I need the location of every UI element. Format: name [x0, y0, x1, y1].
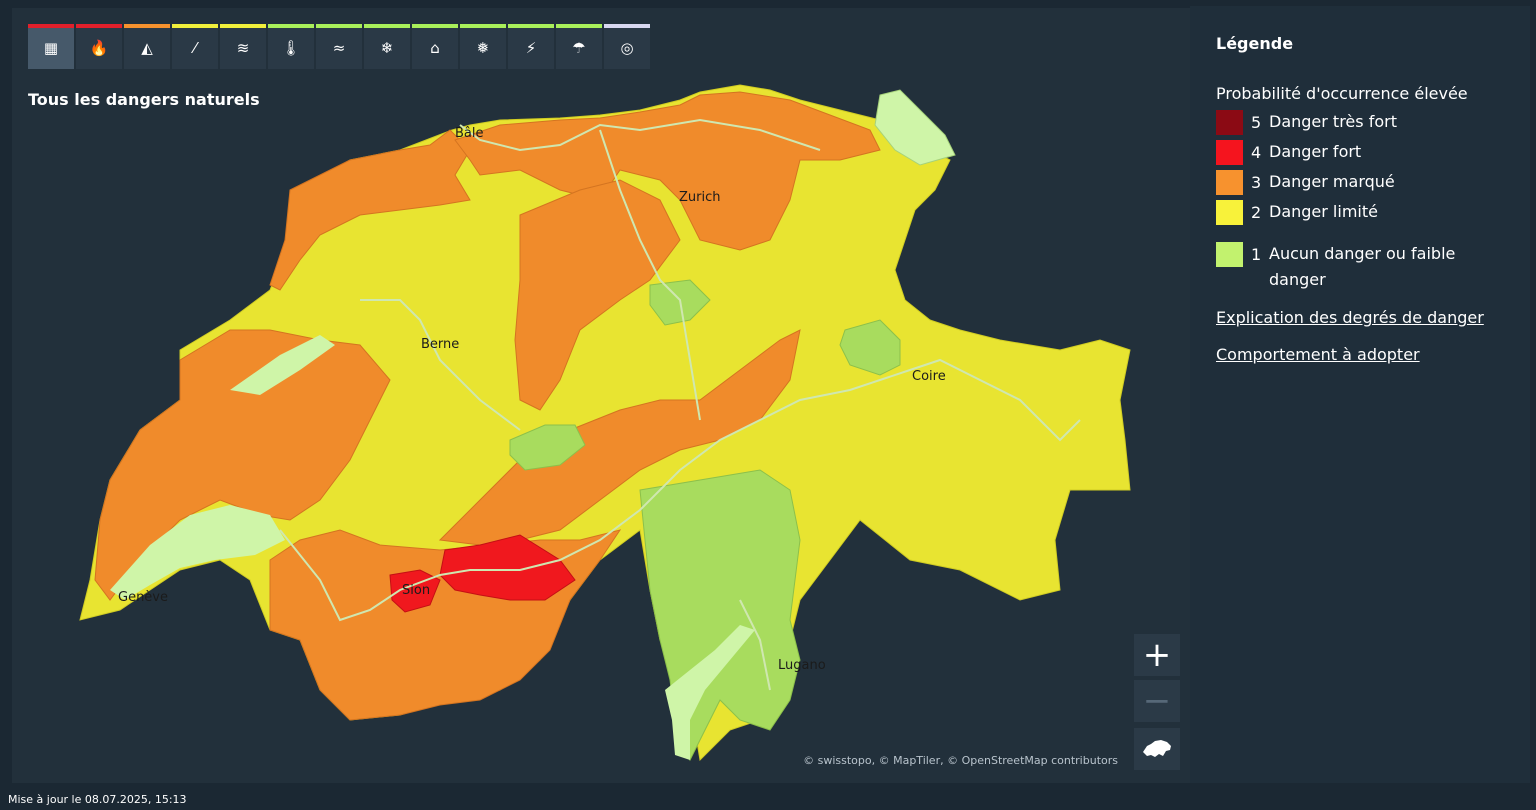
- city-geneve: Genève: [118, 590, 168, 605]
- map-attribution: © swisstopo, © MapTiler, © OpenStreetMap…: [803, 754, 1118, 767]
- hazard-level-strip: [316, 24, 362, 28]
- map-title: Tous les dangers naturels: [28, 90, 260, 109]
- heat-icon: 🌡: [281, 38, 301, 57]
- city-berne: Berne: [421, 337, 459, 352]
- wind-icon: ≈: [332, 38, 346, 57]
- hazard-filter-button[interactable]: ❄: [364, 24, 410, 69]
- legend-level-row: 3 Danger marqué: [1216, 170, 1499, 195]
- hazard-filter-button[interactable]: ▦: [28, 24, 74, 69]
- legend-level-label: Danger limité: [1269, 202, 1378, 221]
- legend-level-row: 2 Danger limité: [1216, 200, 1499, 225]
- last-updated: Mise à jour le 08.07.2025, 15:13: [8, 793, 187, 806]
- hazard-filter-button[interactable]: ≈: [316, 24, 362, 69]
- city-sion: Sion: [402, 583, 430, 598]
- switzerland-reset-icon: [1143, 740, 1171, 757]
- hazard-filter-button[interactable]: ⚡: [508, 24, 554, 69]
- legend-swatch: [1216, 170, 1243, 195]
- hazard-level-strip: [508, 24, 554, 28]
- city-coire: Coire: [912, 369, 946, 384]
- hazard-level-strip: [76, 24, 122, 28]
- behaviour-link[interactable]: Comportement à adopter: [1216, 345, 1420, 364]
- rain-icon: ☂: [572, 38, 586, 57]
- legend-swatch: [1216, 200, 1243, 225]
- legend-level-number: 2: [1251, 203, 1262, 222]
- hazard-level-strip: [460, 24, 506, 28]
- legend-level-label: Danger très fort: [1269, 112, 1397, 131]
- hazard-level-strip: [364, 24, 410, 28]
- legend-swatch: [1216, 242, 1243, 267]
- map-panel[interactable]: Bâle Zurich Berne Coire Genève Sion Luga…: [12, 8, 1190, 783]
- hazard-filter-button[interactable]: ❅: [460, 24, 506, 69]
- hazard-level-strip: [28, 24, 74, 28]
- hazard-filter-button[interactable]: ☂: [556, 24, 602, 69]
- legend-swatch: [1216, 140, 1243, 165]
- hazard-filter-button[interactable]: 🔥: [76, 24, 122, 69]
- zoom-in-button[interactable]: +: [1134, 634, 1180, 676]
- legend-level-number: 1: [1251, 245, 1262, 264]
- avalanche-icon: ◭: [141, 38, 153, 57]
- hazard-level-strip: [172, 24, 218, 28]
- zoom-out-button[interactable]: −: [1134, 680, 1180, 722]
- forest-fire-icon: 🔥: [89, 38, 109, 57]
- hazard-level-strip: [412, 24, 458, 28]
- hazard-level-strip: [268, 24, 314, 28]
- snow-icon: ❄: [380, 38, 394, 57]
- hazard-filter-button[interactable]: ⌂: [412, 24, 458, 69]
- city-zurich: Zurich: [679, 190, 721, 205]
- legend-level-label: Danger marqué: [1269, 172, 1395, 191]
- city-bale: Bâle: [455, 126, 484, 141]
- thunderstorm-icon: ⚡: [525, 38, 537, 57]
- legend-level-row: 4 Danger fort: [1216, 140, 1499, 165]
- hazard-filter-button[interactable]: ⁄: [172, 24, 218, 69]
- legend-panel: Légende Probabilité d'occurrence élevée …: [1190, 6, 1530, 783]
- hazard-filter-button[interactable]: ◎: [604, 24, 650, 69]
- legend-level-number: 5: [1251, 113, 1262, 132]
- legend-level-label: Danger fort: [1269, 142, 1362, 161]
- hazard-filter-button[interactable]: ≋: [220, 24, 266, 69]
- legend-title: Légende: [1216, 34, 1294, 53]
- hazard-level-strip: [604, 24, 650, 28]
- legend-level-row: 5 Danger très fort: [1216, 110, 1499, 135]
- hazard-toolbar: ▦ 🔥 ◭ ⁄ ≋ 🌡 ≈ ❄ ⌂ ❅ ⚡ ☂ ◎: [28, 24, 650, 69]
- danger-levels-link[interactable]: Explication des degrés de danger: [1216, 308, 1484, 327]
- legend-level-number: 3: [1251, 173, 1262, 192]
- hazard-filter-button[interactable]: 🌡: [268, 24, 314, 69]
- city-lugano: Lugano: [778, 658, 826, 673]
- earthquake-icon: ◎: [620, 38, 634, 57]
- landslide-icon: ⁄: [193, 38, 197, 57]
- legend-level-label: Aucun danger ou faible danger: [1269, 244, 1456, 289]
- legend-level-number: 4: [1251, 143, 1262, 162]
- legend-subtitle: Probabilité d'occurrence élevée: [1216, 84, 1468, 103]
- legend-level-row: 1 Aucun danger ou faible danger: [1216, 242, 1499, 293]
- legend-swatch: [1216, 110, 1243, 135]
- hazard-level-strip: [220, 24, 266, 28]
- frost-icon: ❅: [476, 38, 490, 57]
- all-hazards-grid-icon: ▦: [43, 38, 59, 57]
- reset-view-button[interactable]: [1134, 728, 1180, 770]
- black-ice-house-icon: ⌂: [430, 38, 440, 57]
- flood-icon: ≋: [236, 38, 250, 57]
- hazard-map[interactable]: Bâle Zurich Berne Coire Genève Sion Luga…: [12, 8, 1190, 783]
- hazard-level-strip: [124, 24, 170, 28]
- hazard-filter-button[interactable]: ◭: [124, 24, 170, 69]
- hazard-level-strip: [556, 24, 602, 28]
